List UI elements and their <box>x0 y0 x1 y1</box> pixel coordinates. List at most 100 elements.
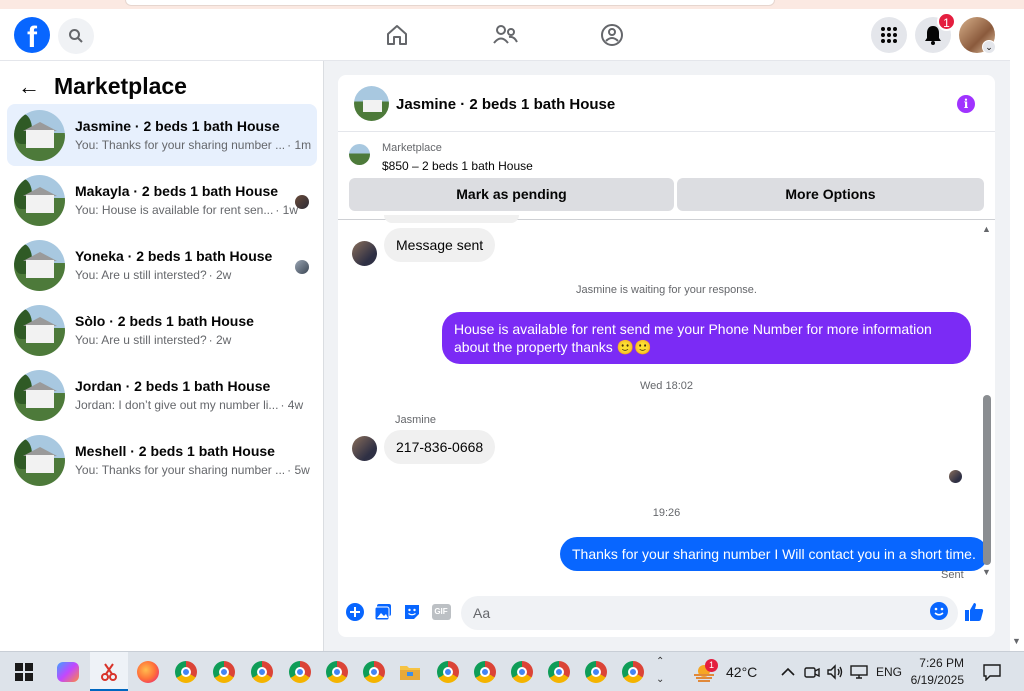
timestamp: 19:26 <box>652 507 681 519</box>
conversation-row[interactable]: Jasmine · 2 beds 1 bath House You: Thank… <box>7 104 317 166</box>
plus-button[interactable] <box>345 602 365 622</box>
browser-chrome-strip <box>0 0 1024 9</box>
chrome-profile-11[interactable] <box>584 660 608 684</box>
copilot-app[interactable] <box>56 660 80 684</box>
chrome-profile-6[interactable] <box>362 660 386 684</box>
chrome-icon <box>326 661 348 683</box>
sender-avatar <box>352 436 377 461</box>
windows-logo-icon <box>15 663 33 681</box>
show-hidden-icons[interactable] <box>776 660 800 684</box>
language-indicator[interactable]: ENG <box>876 665 902 679</box>
conversation-row[interactable]: Makayla · 2 beds 1 bath House You: House… <box>7 169 317 231</box>
snipping-tool-app[interactable] <box>97 660 121 684</box>
chrome-profile-7[interactable] <box>436 660 460 684</box>
conversation-row[interactable]: Meshell · 2 beds 1 bath House You: Thank… <box>7 429 317 491</box>
firefox-app[interactable] <box>136 660 160 684</box>
weather-alert-badge: 1 <box>705 659 718 672</box>
sender-name: Jasmine <box>395 414 436 426</box>
chrome-profile-1[interactable] <box>174 660 198 684</box>
page-scroll-down-arrow[interactable]: ▼ <box>1012 636 1021 646</box>
listing-thumbnail <box>14 435 65 486</box>
conversation-title: Jasmine · 2 beds 1 bath House <box>75 118 280 134</box>
file-explorer-app[interactable] <box>398 660 422 684</box>
conversation-preview: You: House is available for rent sen... ·… <box>75 203 299 217</box>
conversation-preview: You: Thanks for your sharing number ... ·… <box>75 138 312 152</box>
chevron-down-icon[interactable]: ⌄ <box>982 40 996 54</box>
read-receipt-avatar <box>949 470 962 483</box>
network-icon <box>850 665 868 679</box>
message-status: Sent <box>941 569 964 581</box>
top-navigation: f 1 ⌄ <box>0 9 1010 61</box>
clock-date[interactable]: 6/19/2025 <box>908 673 964 687</box>
scroll-down-arrow[interactable]: ▼ <box>982 567 991 577</box>
chrome-profile-9[interactable] <box>510 660 534 684</box>
friends-icon <box>493 25 518 44</box>
notification-center[interactable] <box>980 660 1004 684</box>
conversation-preview: You: Are u still intersted? · 2w <box>75 268 232 282</box>
conversation-row[interactable]: Jordan · 2 beds 1 bath House Jordan: I d… <box>7 364 317 426</box>
clock-time[interactable]: 7:26 PM <box>908 656 964 670</box>
temperature-label[interactable]: 42°C <box>726 664 757 680</box>
conversation-time: · 2w <box>208 268 232 282</box>
listing-small-thumbnail[interactable] <box>349 144 370 165</box>
chrome-profile-4[interactable] <box>288 660 312 684</box>
menu-button[interactable] <box>871 17 907 53</box>
search-button[interactable] <box>58 18 94 54</box>
firefox-icon <box>137 661 159 683</box>
scissors-icon <box>101 663 117 681</box>
home-tab[interactable] <box>383 21 411 49</box>
browser-address-bar[interactable] <box>125 0 775 6</box>
chrome-profile-5[interactable] <box>325 660 349 684</box>
info-icon[interactable]: i <box>957 95 975 113</box>
friends-tab[interactable] <box>491 21 519 49</box>
notification-count-badge: 1 <box>937 12 956 31</box>
message-composer: GIF Aa <box>338 590 995 637</box>
marketplace-inbox-panel: ← Marketplace Jasmine · 2 beds 1 bath Ho… <box>0 61 324 651</box>
start-button[interactable] <box>12 660 36 684</box>
message-input[interactable]: Aa <box>461 596 958 630</box>
message-thread: Message sent Jasmine is waiting for your… <box>338 215 995 590</box>
taskbar-scroll-up[interactable]: ⌃ <box>656 656 664 667</box>
search-icon <box>69 29 83 43</box>
chrome-icon <box>548 661 570 683</box>
chat-header: Jasmine · 2 beds 1 bath House i <box>338 75 995 132</box>
chrome-profile-3[interactable] <box>250 660 274 684</box>
chat-window: Jasmine · 2 beds 1 bath House i Marketpl… <box>338 75 995 637</box>
chat-title[interactable]: Jasmine · 2 beds 1 bath House <box>396 96 615 113</box>
photo-button[interactable] <box>373 602 393 622</box>
conversation-row[interactable]: Yoneka · 2 beds 1 bath House You: Are u … <box>7 234 317 296</box>
chat-scrollbar-thumb[interactable] <box>983 395 991 565</box>
groups-tab[interactable] <box>598 21 626 49</box>
chrome-icon <box>251 661 273 683</box>
chrome-profile-10[interactable] <box>547 660 571 684</box>
scroll-up-arrow[interactable]: ▲ <box>982 224 991 234</box>
sticker-button[interactable] <box>402 602 422 622</box>
volume-tray[interactable] <box>823 660 847 684</box>
network-tray[interactable] <box>847 660 871 684</box>
conversation-row[interactable]: Sòlo · 2 beds 1 bath House You: Are u st… <box>7 299 317 361</box>
like-button[interactable] <box>964 602 984 622</box>
conversation-title: Sòlo · 2 beds 1 bath House <box>75 313 254 329</box>
listing-thumbnail <box>14 370 65 421</box>
emoji-icon[interactable] <box>930 602 948 620</box>
chrome-icon <box>289 661 311 683</box>
conversation-title: Makayla · 2 beds 1 bath House <box>75 183 279 199</box>
gif-button[interactable]: GIF <box>430 602 452 622</box>
page-scrollbar[interactable] <box>1010 9 1024 651</box>
mark-as-pending-button[interactable]: Mark as pending <box>349 178 674 211</box>
page-title: Marketplace <box>54 73 187 99</box>
chrome-profile-12[interactable] <box>621 660 645 684</box>
listing-price-title[interactable]: $850 – 2 beds 1 bath House <box>382 159 533 173</box>
more-options-button[interactable]: More Options <box>677 178 984 211</box>
conversation-time: · 1w <box>275 203 299 217</box>
conversation-preview: You: Thanks for your sharing number ... ·… <box>75 463 310 477</box>
seen-avatar <box>295 195 309 209</box>
chat-listing-avatar[interactable] <box>354 86 389 121</box>
chrome-profile-8[interactable] <box>473 660 497 684</box>
camera-tray[interactable] <box>800 660 824 684</box>
listing-thumbnail <box>14 305 65 356</box>
taskbar-scroll-down[interactable]: ⌄ <box>656 674 664 685</box>
back-arrow-icon[interactable]: ← <box>18 74 40 100</box>
chrome-profile-2[interactable] <box>212 660 236 684</box>
facebook-logo[interactable]: f <box>14 17 50 53</box>
